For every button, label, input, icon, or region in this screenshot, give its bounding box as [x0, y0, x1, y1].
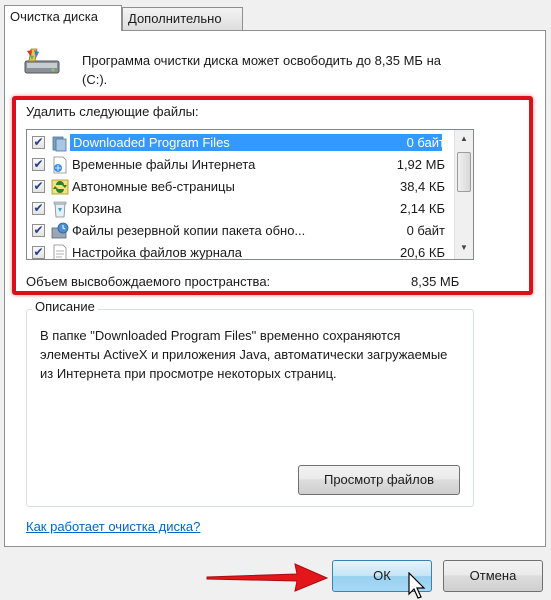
item-name: Временные файлы Интернета	[72, 157, 256, 172]
scroll-up-icon[interactable]: ▲	[459, 134, 469, 144]
disk-cleanup-icon	[24, 48, 60, 74]
list-item[interactable]: ✔ Корзина 2,14 КБ	[27, 198, 457, 220]
item-size: 2,14 КБ	[399, 201, 445, 216]
item-size: 0 байт	[406, 135, 445, 150]
description-title: Описание	[32, 299, 98, 314]
list-item[interactable]: ✔ Файлы резервной копии пакета обно... 0…	[27, 220, 457, 242]
item-size: 0 байт	[406, 223, 445, 238]
list-item[interactable]: ✔ Downloaded Program Files 0 байт	[27, 132, 457, 154]
tab-more-options[interactable]: Дополнительно	[122, 7, 243, 31]
item-name: Файлы резервной копии пакета обно...	[72, 223, 306, 238]
internet-files-icon	[53, 156, 67, 174]
mouse-pointer-icon	[408, 572, 426, 599]
scroll-thumb[interactable]	[457, 152, 471, 192]
list-scrollbar[interactable]: ▲ ▼	[454, 130, 473, 259]
checkbox[interactable]: ✔	[32, 158, 45, 171]
description-text: В папке "Downloaded Program Files" време…	[40, 328, 448, 381]
item-name: Настройка файлов журнала	[72, 245, 242, 260]
files-to-delete-label: Удалить следующие файлы:	[26, 104, 199, 119]
free-space-label: Объем высвобождаемого пространства:	[26, 274, 271, 289]
backup-files-icon	[51, 222, 69, 239]
checkbox[interactable]: ✔	[32, 224, 45, 237]
checkbox[interactable]: ✔	[32, 180, 45, 193]
scroll-down-icon[interactable]: ▼	[459, 243, 469, 253]
free-space-value: 8,35 МБ	[411, 274, 460, 289]
checkbox[interactable]: ✔	[32, 136, 45, 149]
item-name: Корзина	[72, 201, 122, 216]
item-size: 38,4 КБ	[399, 179, 445, 194]
view-files-button[interactable]: Просмотр файлов	[298, 465, 460, 495]
header-description: Программа очистки диска может освободить…	[82, 53, 441, 87]
list-item[interactable]: ✔ Автономные веб-страницы 38,4 КБ	[27, 176, 457, 198]
item-size: 20,6 КБ	[399, 245, 445, 260]
item-name: Downloaded Program Files	[70, 134, 442, 151]
checkbox[interactable]: ✔	[32, 202, 45, 215]
item-size: 1,92 МБ	[396, 157, 445, 172]
files-list[interactable]: ✔ Downloaded Program Files 0 байт ✔ Врем…	[26, 129, 474, 260]
checkbox[interactable]: ✔	[32, 246, 45, 259]
recycle-bin-icon	[53, 201, 67, 218]
item-name: Автономные веб-страницы	[72, 179, 235, 194]
log-files-icon	[53, 244, 67, 259]
offline-pages-icon	[51, 179, 69, 195]
list-item[interactable]: ✔ Настройка файлов журнала 20,6 КБ	[27, 242, 457, 260]
cancel-button[interactable]: Отмена	[443, 560, 543, 592]
help-link[interactable]: Как работает очистка диска?	[26, 519, 200, 534]
list-item[interactable]: ✔ Временные файлы Интернета 1,92 МБ	[27, 154, 457, 176]
folder-icon	[52, 136, 67, 152]
red-arrow-icon	[206, 563, 329, 592]
tab-disk-cleanup[interactable]: Очистка диска	[4, 5, 122, 31]
